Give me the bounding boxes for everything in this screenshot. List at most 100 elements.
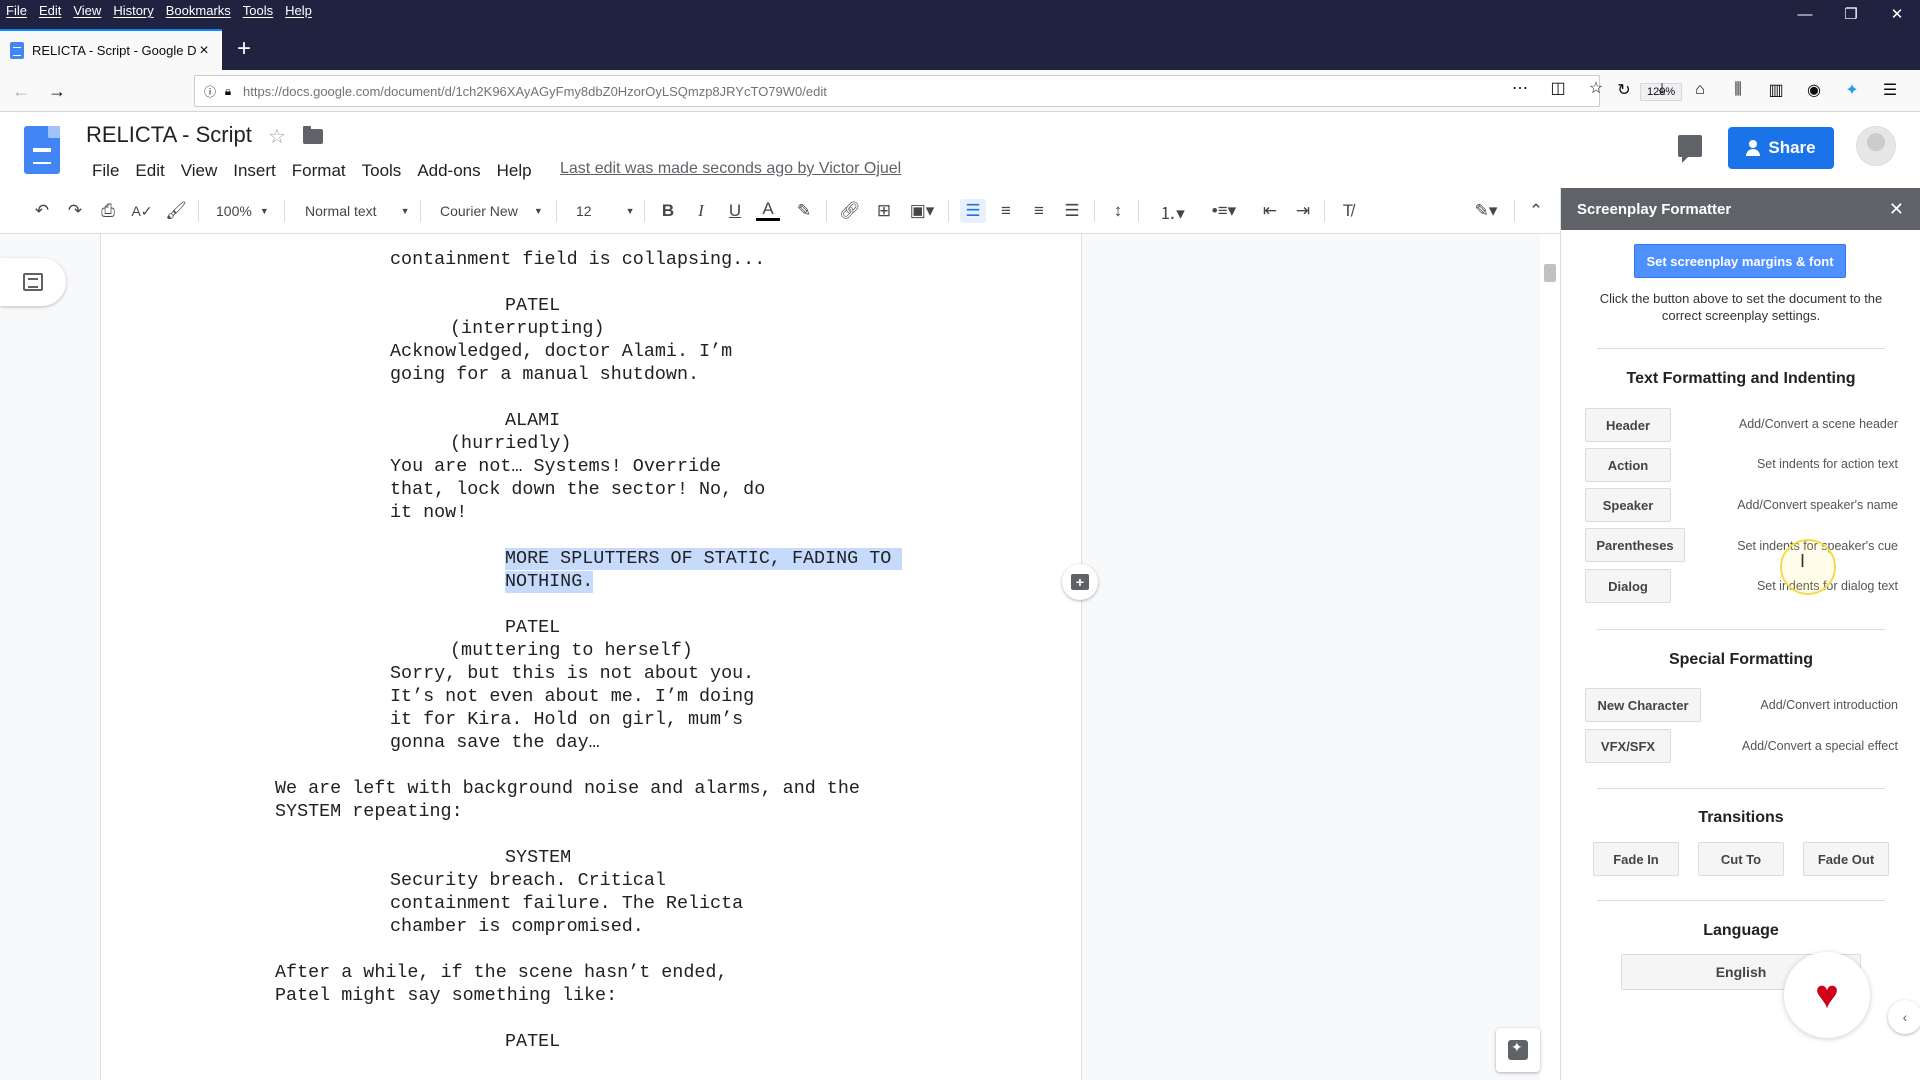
script-line-speaker[interactable]: MORE SPLUTTERS OF STATIC, FADING TO — [505, 548, 903, 570]
add-comment-toolbar-icon[interactable]: ⊞ — [872, 199, 896, 223]
script-line-speaker[interactable]: PATEL — [505, 617, 560, 639]
redo-icon[interactable]: ↷ — [63, 199, 87, 223]
vertical-scrollbar[interactable] — [1540, 234, 1560, 1080]
spellcheck-icon[interactable]: A✓ — [130, 199, 154, 223]
floating-heart-badge[interactable]: ♥ — [1784, 952, 1870, 1038]
pocket-icon[interactable]: ◫ — [1546, 76, 1570, 100]
numbered-list-icon[interactable]: ⒈▾ — [1150, 199, 1194, 223]
link-icon[interactable]: 🔗︎ — [838, 199, 862, 223]
script-line-dialog[interactable]: going for a manual shutdown. — [390, 364, 699, 386]
script-line-dialog[interactable]: chamber is compromised. — [390, 916, 644, 938]
document-title[interactable]: RELICTA - Script — [86, 122, 252, 148]
menu-bookmarks[interactable]: Bookmarks — [166, 3, 231, 18]
docs-menu-insert[interactable]: Insert — [225, 159, 284, 183]
script-line-speaker[interactable]: PATEL — [505, 295, 560, 317]
docs-menu-addons[interactable]: Add-ons — [409, 159, 488, 183]
script-line-paren[interactable]: (interrupting) — [450, 318, 605, 340]
decrease-indent-icon[interactable]: ⇤ — [1258, 199, 1282, 223]
url-bar[interactable]: ⓘ 🔒︎ https://docs.google.com/document/d/… — [194, 75, 1683, 107]
page-actions-menu-icon[interactable]: ⋯ — [1508, 76, 1532, 100]
last-edit-link[interactable]: Last edit was made seconds ago by Victor… — [560, 160, 901, 178]
undo-icon[interactable]: ↶ — [30, 199, 54, 223]
new-tab-button[interactable]: + — [232, 35, 256, 63]
text-color-icon[interactable]: A — [756, 199, 780, 221]
script-line-dialog[interactable]: You are not… Systems! Override — [390, 456, 721, 478]
folder-icon[interactable] — [303, 126, 323, 144]
script-line-paren[interactable]: (hurriedly) — [450, 433, 571, 455]
docs-menu-edit[interactable]: Edit — [127, 159, 172, 183]
line-spacing-icon[interactable]: ↕ — [1106, 199, 1130, 223]
script-line-action[interactable]: SYSTEM repeating: — [275, 801, 463, 823]
script-line-speaker[interactable]: PATEL — [505, 1031, 560, 1053]
docs-menu-file[interactable]: File — [84, 159, 127, 183]
script-line-action[interactable]: We are left with background noise and al… — [275, 778, 860, 800]
editing-mode-icon[interactable]: ✎▾ — [1466, 199, 1506, 223]
align-left-icon[interactable]: ☰ — [960, 199, 986, 223]
account-icon[interactable]: ◉ — [1802, 78, 1826, 102]
menu-view[interactable]: View — [73, 3, 101, 18]
script-line-dialog[interactable]: Security breach. Critical — [390, 870, 666, 892]
script-line-dialog[interactable]: Sorry, but this is not about you. — [390, 663, 754, 685]
share-button[interactable]: Share — [1728, 127, 1834, 169]
star-icon[interactable]: ☆ — [268, 124, 286, 149]
increase-indent-icon[interactable]: ⇥ — [1291, 199, 1315, 223]
menu-file[interactable]: File — [6, 3, 27, 18]
font-size-dropdown[interactable]: 12 ▼ — [576, 199, 635, 223]
script-line-action[interactable]: After a while, if the scene hasn’t ended… — [275, 962, 727, 984]
new-character-button[interactable]: New Character — [1585, 688, 1701, 722]
script-line-dialog[interactable]: containment failure. The Relicta — [390, 893, 743, 915]
script-line-dialog[interactable]: gonna save the day… — [390, 732, 600, 754]
font-dropdown[interactable]: Courier New ▼ — [440, 199, 543, 223]
hamburger-menu-icon[interactable]: ☰ — [1878, 78, 1902, 102]
insert-image-icon[interactable]: ▣▾ — [904, 199, 940, 223]
menu-tools[interactable]: Tools — [243, 3, 273, 18]
bulleted-list-icon[interactable]: •≡▾ — [1202, 199, 1246, 223]
collapse-side-panel-button[interactable]: ‹ — [1888, 1000, 1920, 1034]
align-right-icon[interactable]: ≡ — [1027, 199, 1051, 223]
url-text[interactable]: https://docs.google.com/document/d/1ch2K… — [243, 84, 1591, 99]
vfx-sfx-button[interactable]: VFX/SFX — [1585, 729, 1671, 763]
docs-menu-format[interactable]: Format — [284, 159, 354, 183]
bookmark-star-icon[interactable]: ☆ — [1584, 76, 1608, 100]
underline-icon[interactable]: U — [723, 199, 747, 223]
reload-icon[interactable]: ↻ — [1612, 78, 1636, 102]
avatar[interactable] — [1856, 126, 1896, 166]
action-button[interactable]: Action — [1585, 448, 1671, 482]
speaker-button[interactable]: Speaker — [1585, 488, 1671, 522]
bold-icon[interactable]: B — [656, 199, 680, 223]
menu-help[interactable]: Help — [285, 3, 312, 18]
docs-logo-icon[interactable] — [24, 126, 60, 174]
set-margins-button[interactable]: Set screenplay margins & font — [1634, 244, 1846, 278]
lock-icon[interactable]: 🔒︎ — [221, 84, 235, 98]
document-outline-button[interactable] — [0, 258, 66, 306]
forward-arrow-icon[interactable]: → — [44, 78, 70, 104]
add-comment-button[interactable]: + — [1062, 564, 1098, 600]
script-line-dialog[interactable]: it for Kira. Hold on girl, mum’s — [390, 709, 743, 731]
parentheses-button[interactable]: Parentheses — [1585, 528, 1685, 562]
tab-close-icon[interactable]: × — [196, 42, 212, 60]
header-button[interactable]: Header — [1585, 408, 1671, 442]
zoom-dropdown[interactable]: 100% ▼ — [216, 199, 269, 223]
style-dropdown[interactable]: Normal text ▼ — [305, 199, 410, 223]
menu-history[interactable]: History — [113, 3, 153, 18]
explore-button[interactable] — [1496, 1028, 1540, 1072]
script-line-action[interactable]: Patel might say something like: — [275, 985, 617, 1007]
comments-icon[interactable] — [1678, 135, 1702, 163]
home-icon[interactable]: ⌂ — [1688, 78, 1712, 102]
script-line-dialog[interactable]: it now! — [390, 502, 467, 524]
chevron-up-icon[interactable]: ⌃ — [1524, 199, 1548, 223]
script-line-speaker[interactable]: NOTHING. — [505, 571, 594, 593]
script-line-speaker[interactable]: ALAMI — [505, 410, 560, 432]
extension-icon[interactable]: ✦ — [1840, 78, 1864, 102]
dialog-button[interactable]: Dialog — [1585, 569, 1671, 603]
justify-icon[interactable]: ☰ — [1060, 199, 1084, 223]
menu-edit[interactable]: Edit — [39, 3, 61, 18]
browser-tab-active[interactable]: RELICTA - Script - Google Doc × — [0, 29, 222, 70]
back-arrow-icon[interactable]: ← — [8, 78, 34, 104]
script-line-dialog[interactable]: containment field is collapsing... — [390, 249, 765, 271]
align-center-icon[interactable]: ≡ — [994, 199, 1018, 223]
close-icon[interactable]: ✕ — [1889, 199, 1904, 220]
paint-format-icon[interactable]: 🖌︎ — [164, 199, 188, 223]
clear-formatting-icon[interactable]: T̸ — [1336, 199, 1360, 223]
script-line-paren[interactable]: (muttering to herself) — [450, 640, 693, 662]
